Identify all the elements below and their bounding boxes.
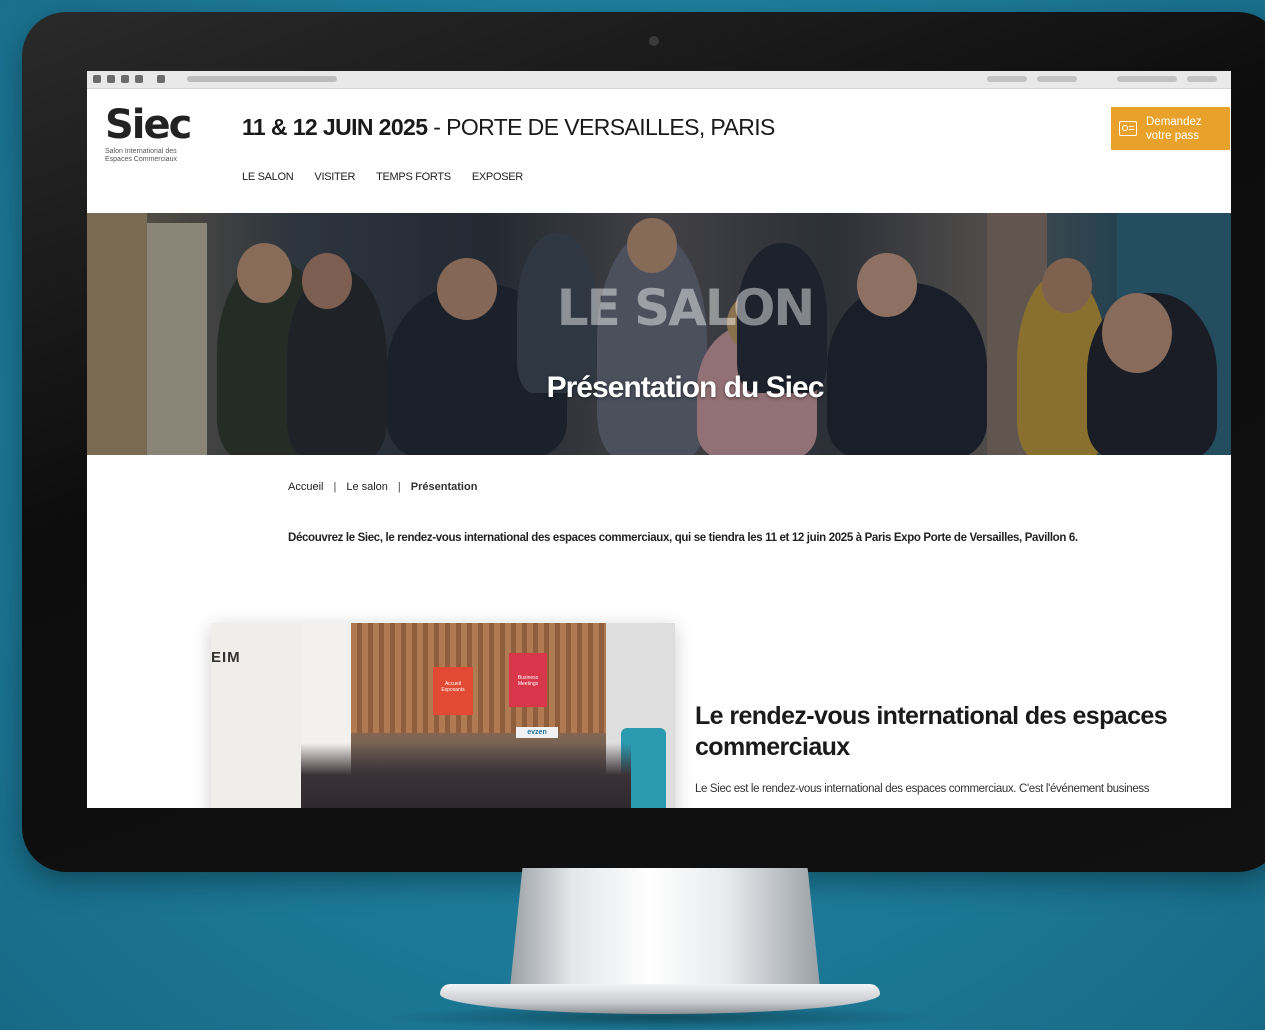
logo-tagline: Salon International des Espaces Commerci… (105, 148, 177, 163)
reload-icon[interactable] (121, 75, 129, 83)
photo-sign-evzen: evzen (516, 727, 558, 738)
salon-photo: EIM Accueil Exposants Business Meetings … (211, 623, 675, 808)
event-dates: 11 & 12 JUIN 2025 (242, 114, 428, 140)
main-nav: LE SALON VISITER TEMPS FORTS EXPOSER (242, 171, 523, 183)
section-body: Le Siec est le rendez-vous international… (695, 783, 1150, 795)
breadcrumb-separator: | (333, 481, 337, 493)
nav-item-exposer[interactable]: EXPOSER (472, 171, 523, 183)
id-card-icon (1119, 121, 1137, 136)
breadcrumb-current: Présentation (410, 481, 478, 493)
screen: Siec Salon International des Espaces Com… (87, 71, 1231, 808)
event-title: 11 & 12 JUIN 2025 - PORTE DE VERSAILLES,… (242, 114, 775, 141)
hero-kicker: LE SALON (556, 279, 816, 337)
request-pass-button[interactable]: Demandez votre pass (1111, 107, 1230, 150)
breadcrumb-le-salon[interactable]: Le salon (346, 481, 388, 493)
toolbar-item[interactable] (1187, 76, 1217, 82)
nav-item-visiter[interactable]: VISITER (314, 171, 355, 183)
forward-icon[interactable] (107, 75, 115, 83)
logo-wordmark: Siec (105, 102, 192, 148)
breadcrumb-separator: | (397, 481, 401, 493)
nav-item-temps-forts[interactable]: TEMPS FORTS (376, 171, 451, 183)
hero-banner: LE SALON Présentation du Siec (87, 213, 1231, 455)
event-location: - PORTE DE VERSAILLES, PARIS (427, 114, 775, 140)
photo-sign-meetings: Business Meetings (509, 653, 547, 707)
breadcrumb: Accueil | Le salon | Présentation (288, 481, 477, 493)
site-logo[interactable]: Siec Salon International des Espaces Com… (105, 105, 195, 164)
photo-sign-eim: EIM (211, 649, 241, 666)
request-pass-label: Demandez votre pass (1146, 115, 1202, 142)
toolbar-item[interactable] (1117, 76, 1177, 82)
site-info-icon[interactable] (157, 75, 165, 83)
monitor-stand (510, 868, 820, 988)
breadcrumb-home[interactable]: Accueil (288, 481, 323, 493)
hero-title: Présentation du Siec (546, 371, 825, 404)
nav-item-le-salon[interactable]: LE SALON (242, 171, 294, 183)
browser-toolbar (87, 71, 1231, 89)
address-bar[interactable] (187, 76, 337, 82)
section-title: Le rendez-vous international des espaces… (695, 702, 1168, 761)
toolbar-item[interactable] (1037, 76, 1077, 82)
home-icon[interactable] (135, 75, 143, 83)
photo-sign-accueil: Accueil Exposants (433, 667, 473, 715)
toolbar-item[interactable] (987, 76, 1027, 82)
camera-icon (649, 36, 659, 46)
back-icon[interactable] (93, 75, 101, 83)
intro-text: Découvrez le Siec, le rendez-vous intern… (288, 532, 1078, 544)
